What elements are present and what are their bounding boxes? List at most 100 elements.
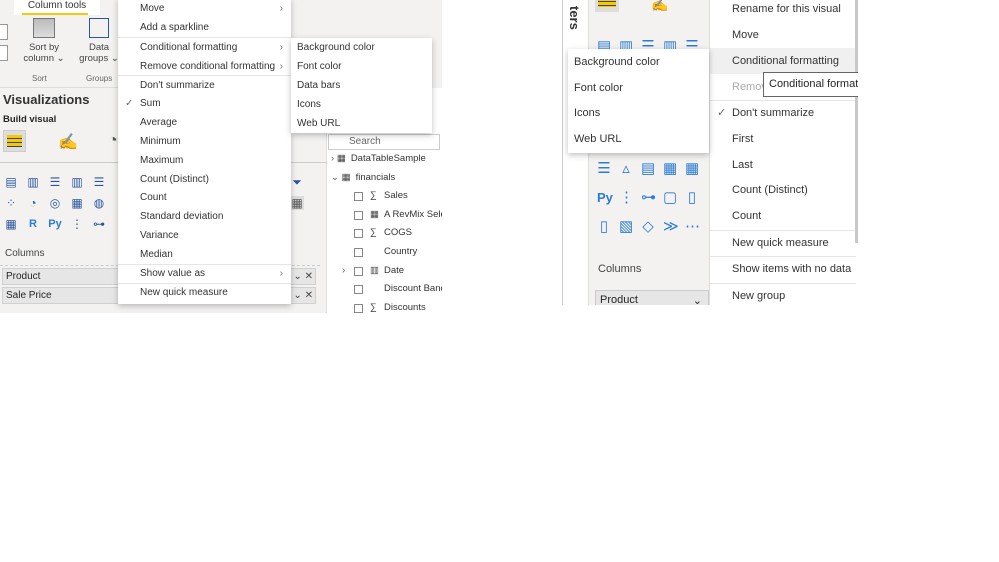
checkbox[interactable] xyxy=(354,210,363,220)
column-field-product[interactable]: Product ⌄ xyxy=(595,290,709,305)
menu-item-don-t-summarize[interactable]: ✓ Don't summarize xyxy=(710,100,856,126)
menu-item-conditional-formatting[interactable]: Conditional formatting› xyxy=(710,48,858,74)
table-visual-icon[interactable] xyxy=(595,0,619,12)
remove-icon[interactable]: ⌄ ✕ xyxy=(293,269,313,284)
visual-type-icon[interactable]: ☰ xyxy=(48,175,62,189)
visual-type-icon[interactable]: ☰ xyxy=(597,161,611,176)
chevron-down-icon[interactable]: ⌄ xyxy=(331,172,342,183)
field-date[interactable]: ▥ Date xyxy=(354,265,442,279)
menu-item-new-group[interactable]: New group xyxy=(710,283,856,305)
submenu-item-icons[interactable]: Icons xyxy=(291,95,432,114)
menu-item-count-distinct[interactable]: Count (Distinct) xyxy=(710,177,856,203)
visual-type-icon[interactable]: ▧ xyxy=(619,219,633,234)
visual-type-icon[interactable]: ⁘ xyxy=(4,196,18,210)
visual-type-icon[interactable]: ≫ xyxy=(663,219,679,234)
menu-item-add-a-sparkline[interactable]: Add a sparkline xyxy=(118,18,291,37)
submenu-item-web-url[interactable]: Web URL xyxy=(291,114,432,133)
visual-type-icon[interactable]: ◎ xyxy=(48,196,62,210)
menu-item-don-t-summarize[interactable]: Don't summarize xyxy=(118,76,291,95)
submenu-item-background-color[interactable]: Background color xyxy=(568,49,709,75)
format-visual-icon[interactable]: ✍ xyxy=(651,0,668,13)
submenu-item-background-color[interactable]: Background color xyxy=(291,38,432,57)
visual-type-icon[interactable]: ⊶ xyxy=(92,217,106,231)
menu-item-remove-conditional-formatting[interactable]: Remove conditional formatting › xyxy=(118,57,291,76)
menu-item-count-distinct[interactable]: Count (Distinct) xyxy=(118,170,291,189)
visual-type-icon[interactable]: Py xyxy=(48,217,62,231)
visual-type-icon[interactable]: ▦ xyxy=(685,161,699,176)
sort-by-column-button[interactable]: Sort by column ⌄ xyxy=(22,18,66,64)
field-datatablesample[interactable]: › ▦ DataTableSample xyxy=(331,153,441,167)
field-sales[interactable]: ∑ Sales xyxy=(354,190,442,204)
menu-item-sum[interactable]: ✓ Sum xyxy=(118,94,291,113)
visual-type-icon[interactable]: ▦ xyxy=(4,217,18,231)
dropdown-stub[interactable] xyxy=(0,45,8,61)
checkbox[interactable] xyxy=(354,266,363,276)
submenu-item-font-color[interactable]: Font color xyxy=(568,75,709,101)
chevron-right-icon[interactable]: › xyxy=(342,265,345,276)
menu-item-count[interactable]: Count xyxy=(710,203,856,229)
visual-type-icon[interactable]: ◇ xyxy=(641,219,655,234)
checkbox[interactable] xyxy=(354,192,363,202)
menu-item-count[interactable]: Count xyxy=(118,188,291,207)
analytics-icon[interactable]: ◔ xyxy=(108,132,118,150)
menu-item-average[interactable]: Average xyxy=(118,113,291,132)
menu-item-move[interactable]: Move› xyxy=(710,22,858,48)
checkbox[interactable] xyxy=(354,248,363,257)
visual-type-icon[interactable]: Py xyxy=(597,191,613,205)
remove-icon[interactable]: ⌄ ✕ xyxy=(293,288,313,303)
visual-type-icon[interactable]: ▥ xyxy=(26,175,40,189)
submenu-item-web-url[interactable]: Web URL xyxy=(568,126,709,152)
visual-type-icon[interactable]: ⋮ xyxy=(619,190,634,205)
menu-item-show-value-as[interactable]: Show value as › xyxy=(118,264,291,283)
menu-item-new-quick-measure[interactable]: New quick measure xyxy=(710,230,856,256)
visual-type-icon[interactable]: ▤ xyxy=(641,161,655,176)
visual-type-icon[interactable]: ⊶ xyxy=(641,190,656,205)
menu-item-last[interactable]: Last xyxy=(710,152,856,178)
menu-item-maximum[interactable]: Maximum xyxy=(118,151,291,170)
menu-item-conditional-formatting[interactable]: Conditional formatting› xyxy=(118,38,291,57)
menu-item-minimum[interactable]: Minimum xyxy=(118,132,291,151)
funnel-icon[interactable]: ⏷ xyxy=(290,175,304,189)
visual-type-icon[interactable]: ▵ xyxy=(619,161,633,176)
field-discounts[interactable]: ∑ Discounts xyxy=(354,302,442,313)
visual-type-icon[interactable]: ☰ xyxy=(92,175,106,189)
visual-type-icon[interactable]: ▦ xyxy=(70,196,84,210)
format-visual-icon[interactable]: ✍ xyxy=(58,132,78,152)
checkbox[interactable] xyxy=(354,303,363,313)
menu-item-new-quick-measure[interactable]: New quick measure xyxy=(118,283,291,302)
checkbox[interactable] xyxy=(354,229,363,239)
visual-type-icon[interactable]: ▦ xyxy=(663,161,677,176)
matrix-icon[interactable]: ▦ xyxy=(290,196,304,210)
menu-item-median[interactable]: Median xyxy=(118,245,291,264)
field-country[interactable]: Country xyxy=(354,246,442,260)
visual-type-icon[interactable]: ◍ xyxy=(92,196,106,210)
visual-type-icon[interactable]: ▤ xyxy=(4,175,18,189)
fields-search-input[interactable]: Search xyxy=(328,134,440,150)
visual-type-icon[interactable]: ▯ xyxy=(685,190,699,205)
menu-item-move[interactable]: Move› xyxy=(118,0,291,18)
visual-type-icon[interactable]: ▯ xyxy=(597,219,611,234)
field-a-revmix-sele[interactable]: ▦ A RevMix Sele xyxy=(354,209,442,223)
dropdown-stub[interactable] xyxy=(0,24,8,40)
submenu-item-font-color[interactable]: Font color xyxy=(291,57,432,76)
field-discount-banc[interactable]: Discount Banc xyxy=(354,283,442,297)
visual-type-icon[interactable]: R xyxy=(26,217,40,231)
menu-item-variance[interactable]: Variance xyxy=(118,226,291,245)
menu-item-first[interactable]: First xyxy=(710,126,856,152)
field-cogs[interactable]: ∑ COGS xyxy=(354,227,442,241)
submenu-item-data-bars[interactable]: Data bars xyxy=(291,76,432,95)
field-financials[interactable]: ⌄ ▦ financials xyxy=(331,172,441,186)
visual-type-icon[interactable]: ▢ xyxy=(663,190,677,205)
tab-column-tools[interactable]: Column tools xyxy=(14,0,100,15)
visual-type-icon[interactable]: ⋯ xyxy=(685,219,700,234)
visual-type-icon[interactable]: ◔ xyxy=(26,196,40,210)
menu-item-rename-for-this-visual[interactable]: Rename for this visual xyxy=(710,0,856,22)
visual-type-icon[interactable]: ▥ xyxy=(70,175,84,189)
menu-item-standard-deviation[interactable]: Standard deviation xyxy=(118,207,291,226)
data-groups-button[interactable]: Data groups ⌄ xyxy=(78,18,120,64)
menu-scrollbar[interactable] xyxy=(855,0,858,243)
checkbox[interactable] xyxy=(354,285,363,295)
visual-type-icon[interactable]: ⋮ xyxy=(70,217,84,231)
submenu-item-icons[interactable]: Icons xyxy=(568,100,709,126)
menu-item-show-items-with-no-data[interactable]: Show items with no data xyxy=(710,256,856,282)
